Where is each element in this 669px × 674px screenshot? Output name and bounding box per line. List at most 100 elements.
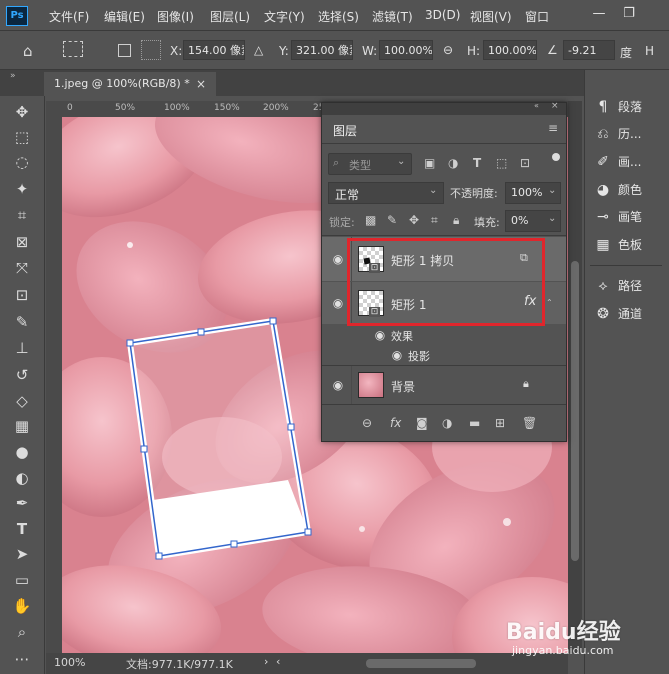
menu-file[interactable]: 文件(F) xyxy=(49,8,89,25)
restore-button[interactable]: ❐ xyxy=(618,4,640,24)
menu-layer[interactable]: 图层(L) xyxy=(210,8,250,25)
dodge-tool-icon[interactable]: ◐ xyxy=(8,467,36,489)
paths-panel-button[interactable]: ⟡ 路径 xyxy=(594,275,664,297)
document-tab[interactable]: 1.jpeg @ 100%(RGB/8) * xyxy=(44,72,216,96)
type-tool-icon[interactable]: T xyxy=(8,518,36,540)
filter-shape-icon[interactable]: ⬚ xyxy=(496,155,507,171)
layer-name[interactable]: 背景 xyxy=(391,378,415,395)
magic-wand-tool-icon[interactable]: ✦ xyxy=(8,178,36,200)
new-adjustment-icon[interactable]: ◑ xyxy=(442,415,452,431)
y-input[interactable]: 321.00 像素 xyxy=(291,40,353,60)
x-input[interactable]: 154.00 像素 xyxy=(183,40,245,60)
lock-transparent-icon[interactable]: ▩ xyxy=(365,212,376,228)
home-icon[interactable]: ⌂ xyxy=(23,42,33,60)
brushes-panel-button[interactable]: ⊸ 画笔 xyxy=(594,206,664,228)
effects-row[interactable]: ◉ 效果 xyxy=(322,325,566,345)
move-tool-icon[interactable]: ✥ xyxy=(8,101,36,123)
eyedropper-tool-icon[interactable]: ⤧ xyxy=(8,257,36,279)
brush-settings-panel-button[interactable]: ✐ 画... xyxy=(594,151,664,173)
h-input[interactable]: 100.00% xyxy=(483,40,537,60)
vertical-scrollbar[interactable] xyxy=(568,101,582,653)
link-icon[interactable]: ⊖ xyxy=(443,43,453,57)
history-panel-button[interactable]: ⎌ 历... xyxy=(594,123,664,145)
drop-shadow-row[interactable]: ◉ 投影 xyxy=(322,345,566,365)
vertical-scroll-thumb[interactable] xyxy=(571,261,579,561)
filter-type-icon[interactable]: T xyxy=(473,155,481,171)
minimize-button[interactable]: — xyxy=(588,4,610,24)
channels-panel-button[interactable]: ❂ 通道 xyxy=(594,303,664,325)
layers-panel-titlebar[interactable]: « × xyxy=(322,101,566,115)
path-selection-tool-icon[interactable]: ➤ xyxy=(8,543,36,565)
menu-filter[interactable]: 滤镜(T) xyxy=(372,8,413,25)
fill-input[interactable]: 0% ⌄ xyxy=(505,210,561,232)
horizontal-scroll-thumb[interactable] xyxy=(366,659,476,668)
menu-3d[interactable]: 3D(D) xyxy=(425,8,460,22)
color-panel-button[interactable]: ◕ 颜色 xyxy=(594,179,664,201)
reference-point-grid-icon[interactable] xyxy=(141,40,161,60)
lock-paint-icon[interactable]: ✎ xyxy=(387,212,397,228)
visibility-eye-icon[interactable]: ◉ xyxy=(372,329,388,341)
layers-tab[interactable]: 图层 xyxy=(324,116,364,144)
delta-icon[interactable]: △ xyxy=(254,43,263,57)
lock-position-icon[interactable]: ✥ xyxy=(409,212,419,228)
expand-effects-icon[interactable]: ⌃ xyxy=(546,298,553,307)
clone-stamp-tool-icon[interactable]: ⊥ xyxy=(8,337,36,359)
layer-row-background[interactable]: ◉ 背景 🔒︎ xyxy=(322,366,566,404)
visibility-eye-icon[interactable]: ◉ xyxy=(330,253,346,265)
scroll-left-icon[interactable]: ‹ xyxy=(276,655,280,668)
add-style-icon[interactable]: fx xyxy=(390,415,401,431)
photoshop-logo-icon[interactable]: Ps xyxy=(6,6,28,26)
close-panel-icon[interactable]: × xyxy=(551,101,559,111)
filter-toggle-icon[interactable] xyxy=(552,153,560,161)
zoom-tool-icon[interactable]: ⌕ xyxy=(8,621,36,643)
filter-pixel-icon[interactable]: ▣ xyxy=(424,155,435,171)
brush-tool-icon[interactable]: ✎ xyxy=(8,311,36,333)
w-input[interactable]: 100.00% xyxy=(379,40,433,60)
filter-smart-object-icon[interactable]: ⊡ xyxy=(520,155,530,171)
lock-artboard-icon[interactable]: ⌗ xyxy=(431,212,438,228)
reference-point-checkbox[interactable] xyxy=(118,44,131,57)
menu-image[interactable]: 图像(I) xyxy=(157,8,194,25)
layer-filter-dropdown[interactable]: ⌕ 类型 ⌄ xyxy=(328,153,412,175)
collapse-panel-icon[interactable]: « xyxy=(534,101,539,110)
toolbar-collapse-icon[interactable]: » xyxy=(10,71,16,81)
status-arrow-icon[interactable]: › xyxy=(264,655,268,668)
new-layer-icon[interactable]: ⊞ xyxy=(495,415,505,431)
zoom-level[interactable]: 100% xyxy=(54,656,85,669)
close-tab-icon[interactable]: × xyxy=(196,77,206,91)
opacity-input[interactable]: 100% ⌄ xyxy=(505,182,561,204)
menu-window[interactable]: 窗口 xyxy=(525,8,549,25)
paragraph-panel-button[interactable]: ¶ 段落 xyxy=(594,96,664,118)
lasso-tool-icon[interactable]: ◌ xyxy=(8,151,36,173)
panel-menu-icon[interactable]: ≡ xyxy=(548,121,558,135)
menu-select[interactable]: 选择(S) xyxy=(318,8,359,25)
swatches-panel-button[interactable]: ▦ 色板 xyxy=(594,234,664,256)
ruler-origin[interactable] xyxy=(46,101,62,117)
blur-tool-icon[interactable]: ● xyxy=(8,441,36,463)
visibility-eye-icon[interactable]: ◉ xyxy=(389,349,405,361)
add-mask-icon[interactable]: ◙ xyxy=(416,415,428,431)
lock-all-icon[interactable]: 🔒︎ xyxy=(453,212,459,228)
menu-type[interactable]: 文字(Y) xyxy=(264,8,305,25)
more-tools-icon[interactable]: ⋯ xyxy=(8,648,36,670)
filter-adjustment-icon[interactable]: ◑ xyxy=(448,155,458,171)
crop-tool-icon[interactable]: ⌗ xyxy=(8,204,36,226)
delete-layer-icon[interactable]: 🗑︎ xyxy=(522,415,537,431)
menu-view[interactable]: 视图(V) xyxy=(470,8,512,25)
gradient-tool-icon[interactable]: ▦ xyxy=(8,415,36,437)
eraser-tool-icon[interactable]: ◇ xyxy=(8,390,36,412)
frame-tool-icon[interactable]: ⊠ xyxy=(8,231,36,253)
visibility-eye-icon[interactable]: ◉ xyxy=(330,379,346,391)
angle-input[interactable]: -9.21 xyxy=(563,40,615,60)
healing-brush-tool-icon[interactable]: ⊡ xyxy=(8,284,36,306)
marquee-tool-icon[interactable]: ⬚ xyxy=(8,126,36,148)
blend-mode-dropdown[interactable]: 正常 ⌄ xyxy=(328,182,444,204)
visibility-eye-icon[interactable]: ◉ xyxy=(330,297,346,309)
link-layers-icon[interactable]: ⊖ xyxy=(362,415,372,431)
new-group-icon[interactable]: ▬ xyxy=(469,415,480,431)
hand-tool-icon[interactable]: ✋ xyxy=(8,595,36,617)
transform-icon[interactable] xyxy=(63,41,83,57)
menu-edit[interactable]: 编辑(E) xyxy=(104,8,145,25)
pen-tool-icon[interactable]: ✒ xyxy=(8,492,36,514)
history-brush-tool-icon[interactable]: ↺ xyxy=(8,364,36,386)
